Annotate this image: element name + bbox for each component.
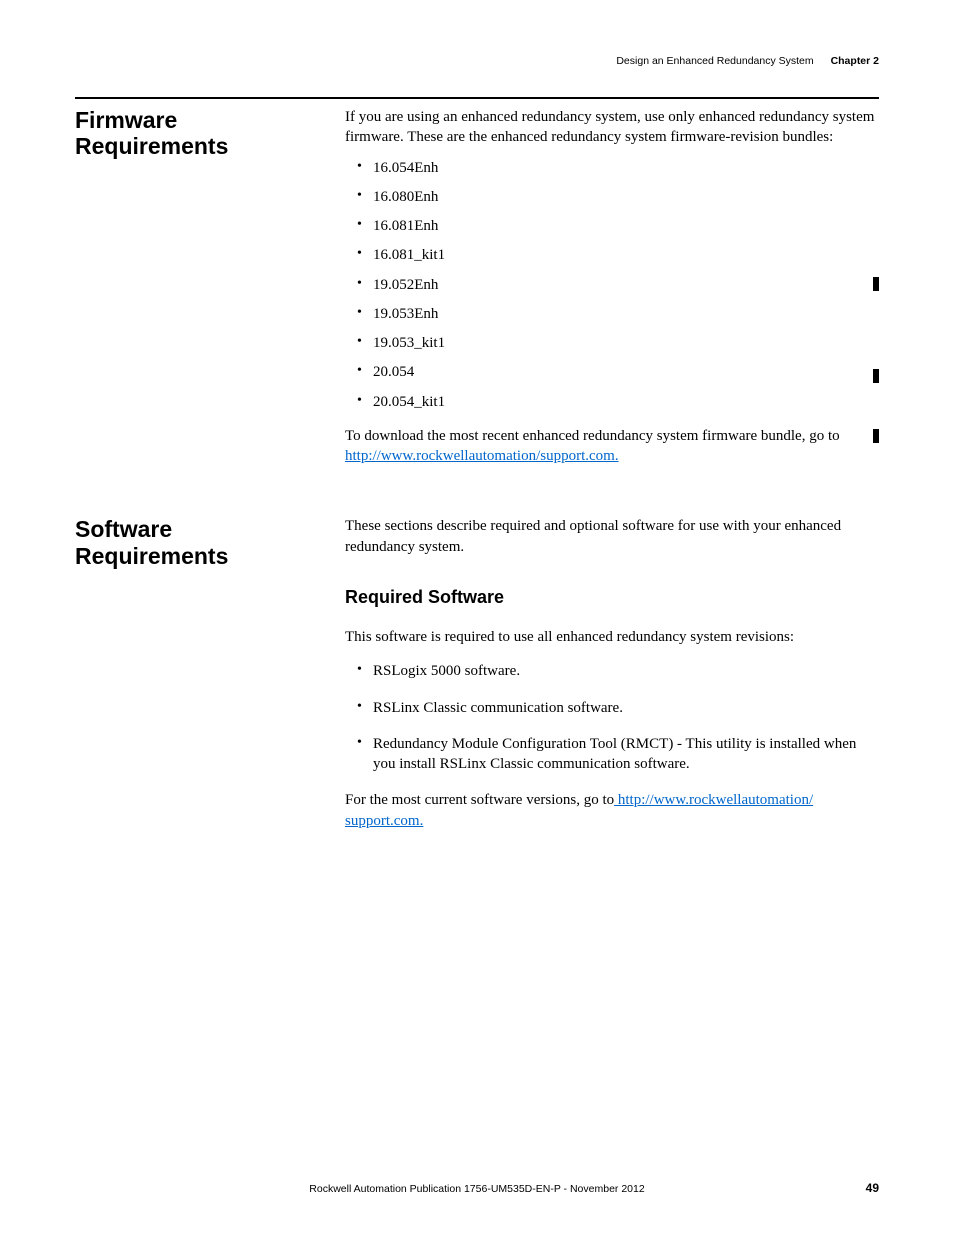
footer-publication: Rockwell Automation Publication 1756-UM5… — [75, 1183, 879, 1195]
list-item: 20.054 — [345, 362, 879, 382]
list-item: 16.080Enh — [345, 187, 879, 207]
section-firmware: Firmware Requirements If you are using a… — [75, 107, 879, 476]
page-number: 49 — [866, 1181, 879, 1195]
firmware-download-para: To download the most recent enhanced red… — [345, 426, 879, 467]
list-item: 19.052Enh — [345, 275, 879, 295]
list-item: Redundancy Module Configuration Tool (RM… — [345, 734, 879, 775]
software-versions-link-2[interactable]: support.com. — [345, 813, 423, 829]
change-bar-icon — [873, 369, 879, 383]
required-software-intro: This software is required to use all enh… — [345, 627, 879, 647]
list-item: 16.081Enh — [345, 216, 879, 236]
body-software: These sections describe required and opt… — [345, 516, 879, 841]
firmware-bundle-list: 16.054Enh 16.080Enh 16.081Enh 16.081_kit… — [345, 158, 879, 412]
firmware-intro: If you are using an enhanced redundancy … — [345, 107, 879, 148]
list-item: 20.054_kit1 — [345, 392, 879, 412]
software-versions-link-1[interactable]: http://www.rockwellautomation/ — [614, 792, 813, 808]
firmware-download-link[interactable]: http://www.rockwellautomation/support.co… — [345, 448, 619, 464]
change-bar-icon — [873, 429, 879, 443]
required-software-list: RSLogix 5000 software. RSLinx Classic co… — [345, 661, 879, 774]
list-item: 16.081_kit1 — [345, 245, 879, 265]
chapter-label: Chapter 2 — [831, 55, 879, 67]
header-rule — [75, 97, 879, 99]
list-item: 16.054Enh — [345, 158, 879, 178]
heading-firmware: Firmware Requirements — [75, 107, 345, 476]
list-item: 19.053_kit1 — [345, 333, 879, 353]
software-intro: These sections describe required and opt… — [345, 516, 879, 557]
section-software: Software Requirements These sections des… — [75, 516, 879, 841]
body-firmware: If you are using an enhanced redundancy … — [345, 107, 879, 476]
list-item: RSLogix 5000 software. — [345, 661, 879, 681]
software-versions-para: For the most current software versions, … — [345, 790, 879, 831]
list-item: 19.053Enh — [345, 304, 879, 324]
firmware-download-text: To download the most recent enhanced red… — [345, 428, 840, 444]
software-versions-text: For the most current software versions, … — [345, 792, 614, 808]
running-title: Design an Enhanced Redundancy System — [616, 55, 813, 67]
change-bar-icon — [873, 277, 879, 291]
running-header: Design an Enhanced Redundancy System Cha… — [75, 55, 879, 67]
heading-software: Software Requirements — [75, 516, 345, 841]
heading-required-software: Required Software — [345, 585, 879, 609]
list-item: RSLinx Classic communication software. — [345, 698, 879, 718]
